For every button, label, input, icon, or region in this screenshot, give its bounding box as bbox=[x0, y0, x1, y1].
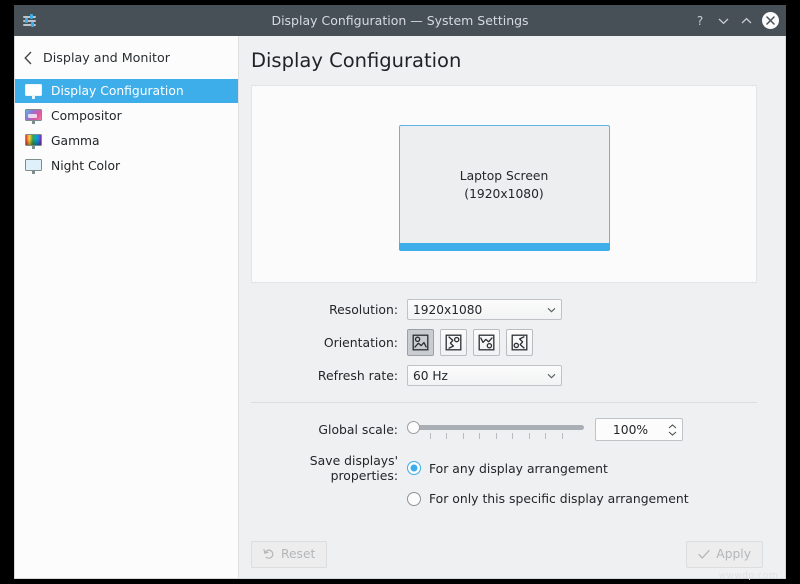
check-icon bbox=[698, 549, 710, 560]
global-scale-label: Global scale: bbox=[251, 422, 407, 437]
display-preview-resolution: (1920x1080) bbox=[464, 187, 543, 201]
sidebar-item-label: Compositor bbox=[51, 109, 122, 123]
section-divider bbox=[251, 402, 757, 403]
sidebar-item-gamma[interactable]: Gamma bbox=[15, 129, 238, 153]
reset-button-label: Reset bbox=[281, 547, 315, 561]
chevron-left-icon bbox=[23, 51, 34, 65]
slider-tick bbox=[529, 433, 530, 439]
settings-scroll-area: Laptop Screen (1920x1080) Resolution: 19… bbox=[239, 72, 785, 530]
close-icon[interactable] bbox=[762, 12, 779, 29]
chevron-down-icon bbox=[547, 307, 556, 313]
global-scale-row: Global scale: 100% bbox=[251, 418, 757, 441]
refresh-rate-row: Refresh rate: 60 Hz bbox=[251, 365, 757, 386]
window-controls: ? bbox=[693, 12, 779, 29]
sidebar: Display and Monitor Display Configuratio… bbox=[15, 36, 239, 578]
save-properties-row-specific: For only this specific display arrangeme… bbox=[251, 491, 757, 506]
apply-button[interactable]: Apply bbox=[686, 541, 763, 568]
orientation-270-button[interactable] bbox=[506, 329, 533, 356]
resolution-row: Resolution: 1920x1080 bbox=[251, 299, 757, 320]
radio-specific-arrangement[interactable] bbox=[407, 492, 421, 506]
slider-tick bbox=[479, 433, 480, 439]
orientation-90-icon bbox=[445, 334, 462, 351]
slider-tick bbox=[463, 433, 464, 439]
chevron-up-icon[interactable] bbox=[668, 424, 677, 429]
global-scale-slider[interactable] bbox=[407, 419, 586, 441]
sidebar-item-compositor[interactable]: Compositor bbox=[15, 104, 238, 128]
chevron-down-icon[interactable] bbox=[668, 431, 677, 436]
apply-button-label: Apply bbox=[716, 547, 751, 561]
monitor-icon bbox=[25, 84, 42, 99]
radio-any-arrangement[interactable] bbox=[407, 461, 421, 475]
radio-any-arrangement-label: For any display arrangement bbox=[429, 461, 608, 476]
orientation-90-button[interactable] bbox=[440, 329, 467, 356]
main-content: Display Configuration Laptop Screen (192… bbox=[239, 36, 785, 578]
sidebar-item-label: Night Color bbox=[51, 159, 120, 173]
refresh-rate-value: 60 Hz bbox=[413, 369, 547, 383]
resolution-label: Resolution: bbox=[251, 302, 407, 317]
sidebar-back-label: Display and Monitor bbox=[43, 50, 170, 65]
slider-tick bbox=[496, 433, 497, 439]
slider-tick bbox=[430, 433, 431, 439]
resolution-select[interactable]: 1920x1080 bbox=[407, 299, 562, 320]
slider-tick bbox=[512, 433, 513, 439]
footer-actions: Reset Apply bbox=[239, 530, 785, 578]
orientation-label: Orientation: bbox=[251, 335, 407, 350]
save-properties-group: Save displays' properties: For any displ… bbox=[251, 453, 757, 506]
refresh-rate-select[interactable]: 60 Hz bbox=[407, 365, 562, 386]
title-bar: Display Configuration — System Settings … bbox=[14, 5, 786, 36]
undo-icon bbox=[263, 548, 275, 560]
sidebar-back-button[interactable]: Display and Monitor bbox=[15, 41, 238, 74]
monitor-compositor-icon bbox=[25, 109, 42, 124]
display-arrangement-canvas[interactable]: Laptop Screen (1920x1080) bbox=[251, 85, 757, 283]
slider-handle[interactable] bbox=[407, 421, 420, 434]
radio-specific-arrangement-label: For only this specific display arrangeme… bbox=[429, 491, 689, 506]
reset-button[interactable]: Reset bbox=[251, 541, 327, 568]
save-properties-row-any: Save displays' properties: For any displ… bbox=[251, 453, 757, 483]
application-window: Display Configuration — System Settings … bbox=[14, 5, 786, 579]
slider-tick bbox=[446, 433, 447, 439]
settings-sliders-icon bbox=[22, 13, 38, 29]
orientation-180-button[interactable] bbox=[473, 329, 500, 356]
orientation-180-icon bbox=[478, 334, 495, 351]
window-body: Display and Monitor Display Configuratio… bbox=[14, 36, 786, 579]
display-settings-form: Resolution: 1920x1080 Orientation: bbox=[251, 299, 757, 386]
window-title: Display Configuration — System Settings bbox=[14, 13, 786, 28]
monitor-gamma-icon bbox=[25, 134, 42, 149]
refresh-rate-label: Refresh rate: bbox=[251, 368, 407, 383]
global-scale-value: 100% bbox=[596, 423, 665, 437]
slider-tick bbox=[562, 433, 563, 439]
help-icon[interactable]: ? bbox=[693, 14, 707, 28]
slider-tick bbox=[545, 433, 546, 439]
minimize-icon[interactable] bbox=[716, 14, 730, 28]
sidebar-list: Display Configuration Compositor Gamma bbox=[15, 79, 238, 178]
chevron-down-icon bbox=[547, 373, 556, 379]
orientation-normal-button[interactable] bbox=[407, 329, 434, 356]
maximize-icon[interactable] bbox=[739, 14, 753, 28]
sidebar-item-display-configuration[interactable]: Display Configuration bbox=[15, 79, 238, 103]
watermark: wwwdp.com bbox=[719, 571, 778, 581]
resolution-value: 1920x1080 bbox=[413, 303, 547, 317]
orientation-normal-icon bbox=[412, 334, 429, 351]
global-scale-spinbox[interactable]: 100% bbox=[595, 418, 683, 441]
display-preview-laptop-screen[interactable]: Laptop Screen (1920x1080) bbox=[399, 125, 610, 243]
orientation-row: Orientation: bbox=[251, 329, 757, 356]
save-properties-label: Save displays' properties: bbox=[251, 453, 407, 483]
orientation-button-group bbox=[407, 329, 533, 356]
spinbox-arrows bbox=[665, 424, 682, 436]
sidebar-item-night-color[interactable]: Night Color bbox=[15, 154, 238, 178]
monitor-night-color-icon bbox=[25, 159, 42, 174]
display-preview-name: Laptop Screen bbox=[460, 169, 549, 183]
slider-groove bbox=[411, 425, 584, 430]
page-title: Display Configuration bbox=[239, 36, 785, 72]
sidebar-item-label: Display Configuration bbox=[51, 84, 184, 98]
orientation-270-icon bbox=[511, 334, 528, 351]
sidebar-item-label: Gamma bbox=[51, 134, 100, 148]
